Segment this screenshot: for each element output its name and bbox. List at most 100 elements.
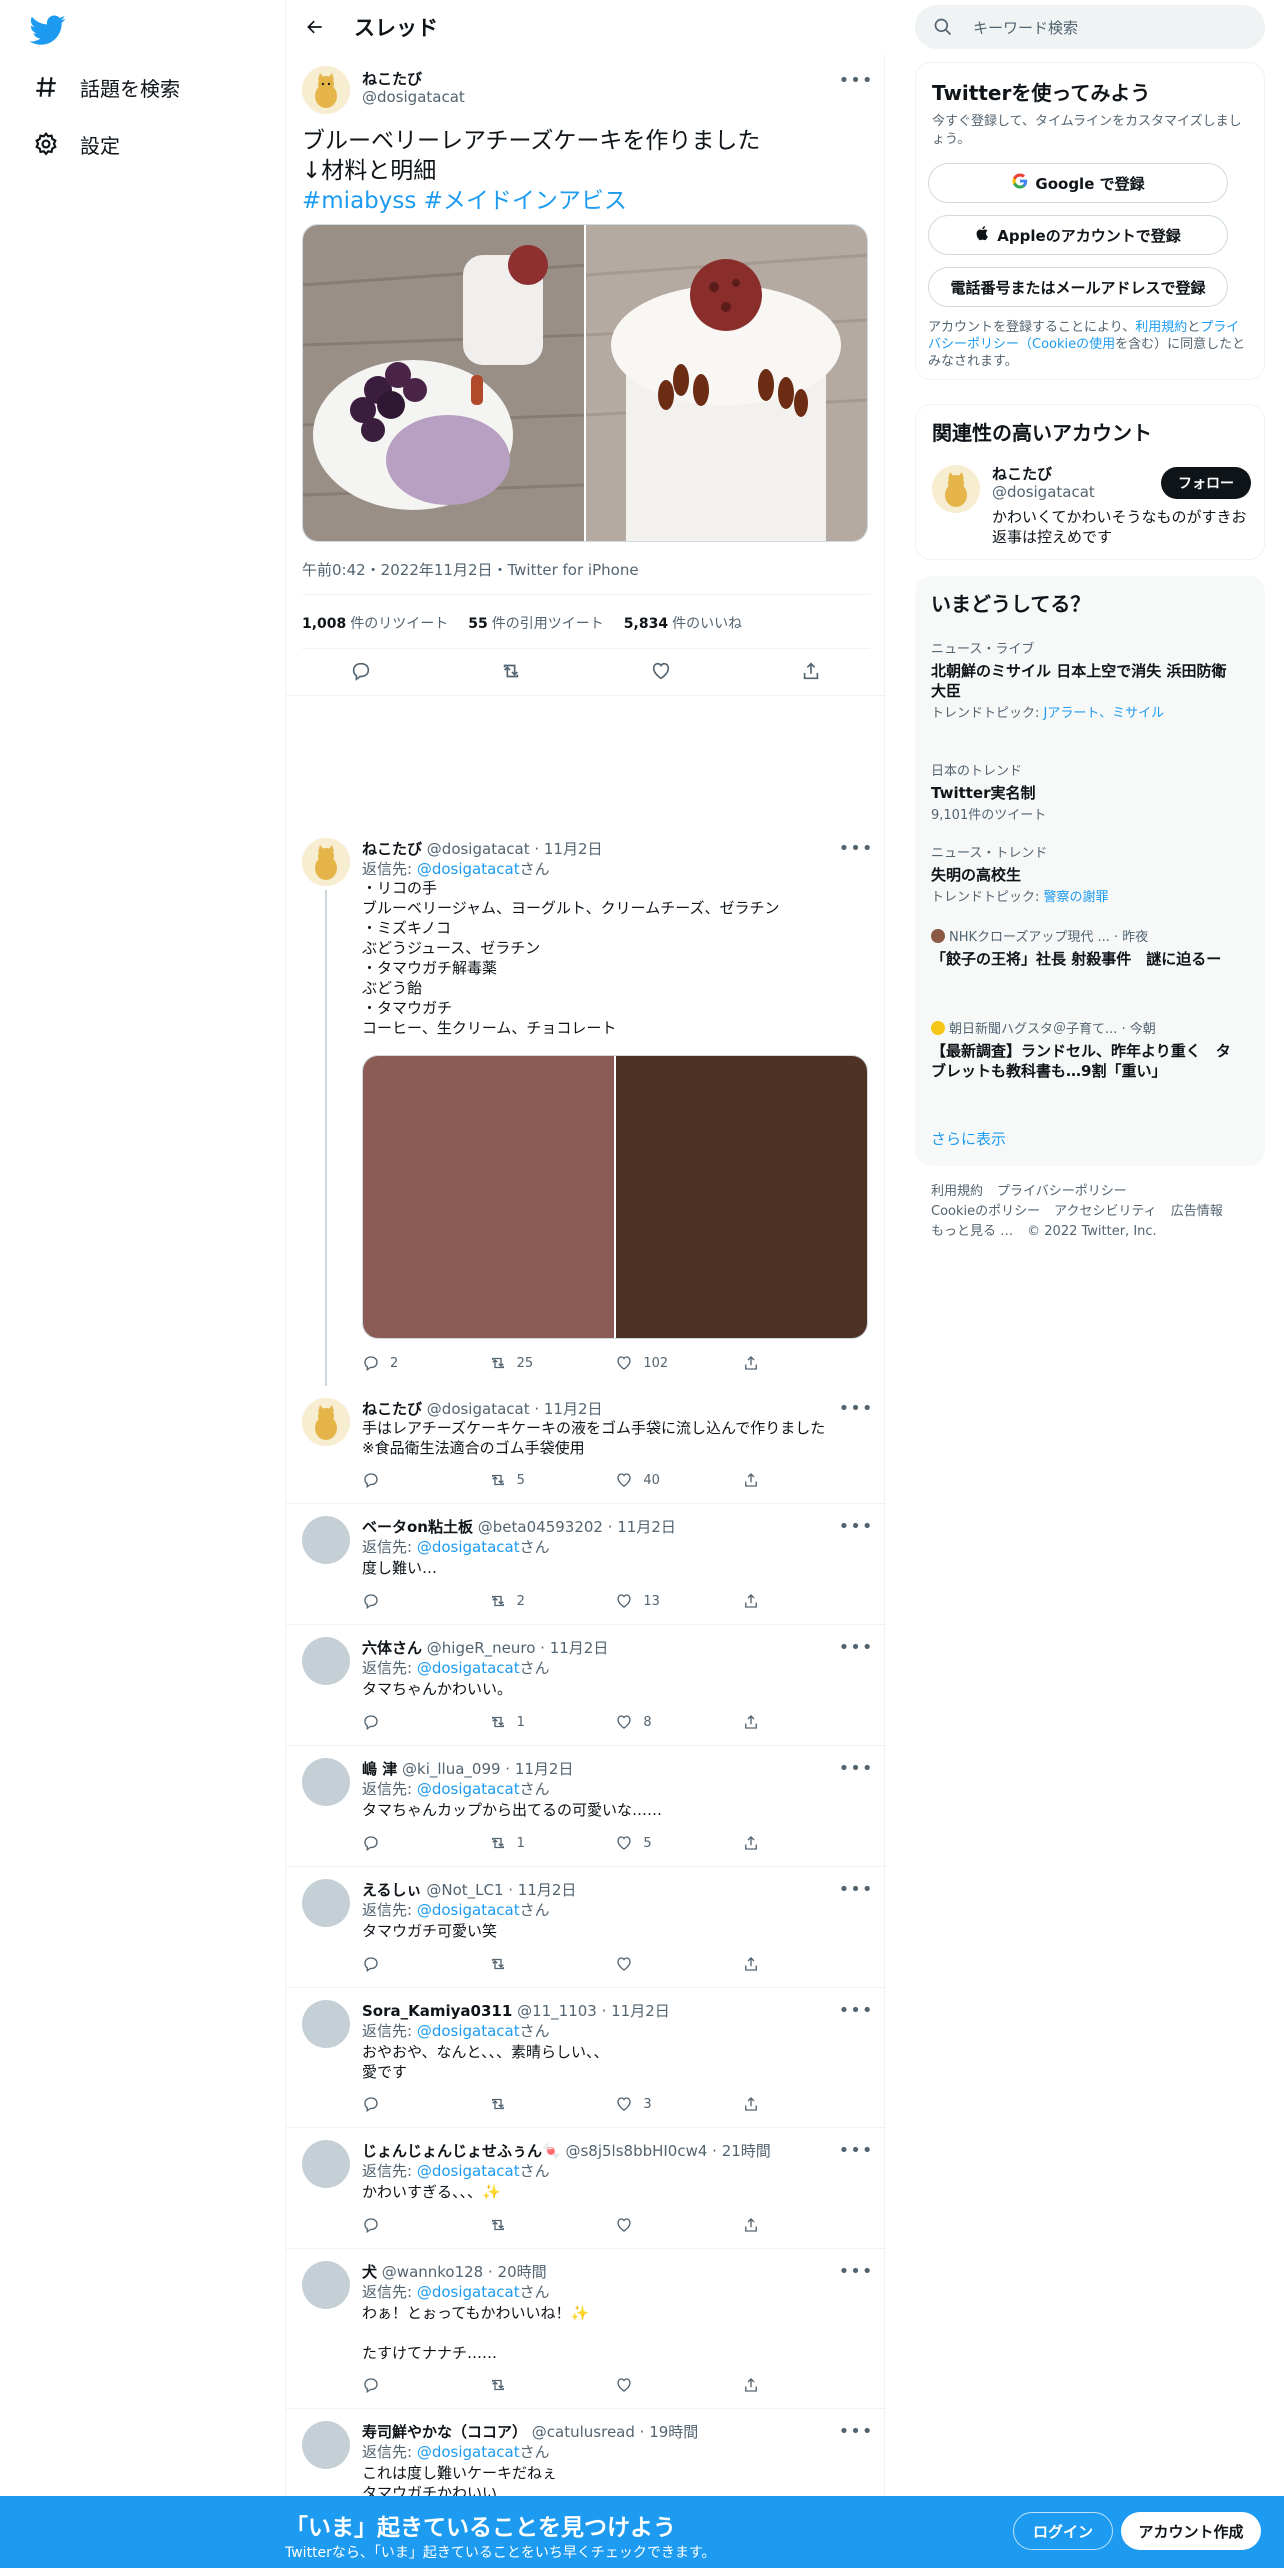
author-handle[interactable]: @wannko128 · 20時間 — [382, 2263, 547, 2281]
trend-item[interactable]: NHKクローズアップ現代 ... · 昨夜 「餃子の王将」社長 射殺事件 謎に迫… — [931, 926, 1231, 969]
more-options-icon[interactable]: ••• — [839, 1637, 873, 1658]
avatar[interactable] — [302, 2261, 350, 2309]
like-action[interactable] — [615, 1955, 675, 1973]
reply-action[interactable] — [362, 1955, 422, 1973]
share-action[interactable] — [742, 2376, 802, 2394]
share-icon[interactable] — [800, 660, 822, 686]
trend-link[interactable]: Jアラート、ミサイル — [1044, 706, 1165, 721]
search-input[interactable]: キーワード検索 — [973, 17, 1078, 38]
more-options-icon[interactable]: ••• — [839, 1398, 873, 1419]
reply-icon[interactable] — [350, 660, 372, 686]
author-handle[interactable]: @s8j5ls8bbHI0cw4 · 21時間 — [565, 2142, 770, 2160]
share-action[interactable] — [742, 1713, 802, 1731]
author-handle[interactable]: @dosigatacat · 11月2日 — [427, 1400, 603, 1418]
reply-mention[interactable]: @dosigatacat — [417, 1538, 520, 1556]
avatar[interactable] — [302, 1516, 350, 1564]
related-handle[interactable]: @dosigatacat — [992, 483, 1095, 501]
quotes-stat[interactable]: 55 件の引用ツイート — [468, 613, 603, 633]
more-options-icon[interactable]: ••• — [839, 70, 873, 91]
author-name[interactable]: ねこたび — [362, 1400, 422, 1418]
share-action[interactable] — [742, 1471, 802, 1489]
trend-item[interactable]: 日本のトレンド Twitter実名制 9,101件のツイート — [931, 760, 1231, 824]
tweet-media[interactable] — [302, 224, 868, 542]
trend-item[interactable]: ニュース・トレンド 失明の高校生 トレンドトピック: 警察の謝罪 — [931, 842, 1231, 906]
share-action[interactable] — [742, 1354, 802, 1372]
more-options-icon[interactable]: ••• — [839, 2140, 873, 2161]
author-handle[interactable]: @Not_LC1 · 11月2日 — [426, 1881, 576, 1899]
reply-action[interactable] — [362, 1592, 422, 1610]
more-options-icon[interactable]: ••• — [839, 2000, 873, 2021]
like-action[interactable]: 8 — [615, 1713, 675, 1731]
like-action[interactable]: 3 — [615, 2095, 675, 2113]
footer-link[interactable]: もっと見る … — [931, 1224, 1013, 1239]
nav-explore[interactable]: 話題を検索 — [30, 67, 180, 107]
reply-mention[interactable]: @dosigatacat — [417, 1780, 520, 1798]
retweet-icon[interactable] — [500, 660, 522, 686]
retweet-action[interactable]: 1 — [489, 1713, 549, 1731]
footer-link[interactable]: Cookieのポリシー — [931, 1204, 1040, 1219]
reply-mention[interactable]: @dosigatacat — [417, 2022, 520, 2040]
footer-link[interactable]: 利用規約 — [931, 1184, 983, 1199]
reply-mention[interactable]: @dosigatacat — [417, 2162, 520, 2180]
more-options-icon[interactable]: ••• — [839, 838, 873, 859]
hashtag-link[interactable]: #miabyss — [302, 188, 416, 214]
retweet-action[interactable]: 2 — [489, 1592, 549, 1610]
show-more-link[interactable]: さらに表示 — [931, 1128, 1006, 1149]
tweet[interactable]: ねこたび @dosigatacat · 11月2日 ••• 手はレアチーズケーキ… — [286, 1386, 886, 1504]
share-action[interactable] — [742, 2216, 802, 2234]
reply-action[interactable] — [362, 1713, 422, 1731]
like-icon[interactable] — [650, 660, 672, 686]
media-photo[interactable] — [616, 1056, 867, 1338]
like-action[interactable]: 102 — [615, 1354, 675, 1372]
avatar[interactable] — [302, 1879, 350, 1927]
avatar[interactable] — [302, 2140, 350, 2188]
retweets-stat[interactable]: 1,008 件のリツイート — [302, 613, 448, 633]
reply-action[interactable] — [362, 1471, 422, 1489]
retweet-action[interactable]: 5 — [489, 1471, 549, 1489]
search-bar[interactable]: キーワード検索 — [915, 5, 1265, 49]
tweet[interactable]: ベータon粘土板 @beta04593202 · 11月2日 ••• 返信先: … — [286, 1504, 886, 1625]
avatar[interactable] — [302, 1637, 350, 1685]
author-handle[interactable]: @ki_llua_099 · 11月2日 — [402, 1760, 573, 1778]
related-name[interactable]: ねこたび — [992, 463, 1052, 484]
footer-link[interactable]: プライバシーポリシー — [997, 1184, 1127, 1199]
like-action[interactable]: 13 — [615, 1592, 675, 1610]
author-handle[interactable]: @catulusread · 19時間 — [532, 2423, 699, 2441]
like-action[interactable] — [615, 2216, 675, 2234]
signup-button[interactable]: アカウント作成 — [1121, 2512, 1261, 2550]
media-photo[interactable] — [586, 225, 867, 541]
tweet[interactable]: 犬 @wannko128 · 20時間 ••• 返信先: @dosigataca… — [286, 2249, 886, 2409]
reply-mention[interactable]: @dosigatacat — [417, 1659, 520, 1677]
trend-item[interactable]: 朝日新聞ハグスタ＠子育て... · 今朝 【最新調査】ランドセル、昨年より重く … — [931, 1018, 1231, 1081]
cookie-link[interactable]: （Cookieの使用 — [1019, 337, 1115, 352]
avatar[interactable] — [302, 2000, 350, 2048]
tweet-media[interactable] — [362, 1055, 868, 1339]
author-handle[interactable]: @dosigatacat · 11月2日 — [427, 840, 603, 858]
hashtag-link[interactable]: #メイドインアビス — [424, 188, 627, 214]
like-action[interactable]: 40 — [615, 1471, 675, 1489]
reply-mention[interactable]: @dosigatacat — [417, 860, 520, 878]
reply-mention[interactable]: @dosigatacat — [417, 1901, 520, 1919]
avatar[interactable] — [302, 1398, 350, 1446]
phone-email-signup-button[interactable]: 電話番号またはメールアドレスで登録 — [928, 267, 1228, 307]
tweet[interactable]: 嶋 津 @ki_llua_099 · 11月2日 ••• 返信先: @dosig… — [286, 1746, 886, 1867]
media-photo[interactable] — [363, 1056, 614, 1338]
reply-action[interactable] — [362, 2216, 422, 2234]
apple-signup-button[interactable]: Appleのアカウントで登録 — [928, 215, 1228, 255]
author-name[interactable]: じょんじょんじょせふぅん🍬 — [362, 2142, 561, 2160]
terms-link[interactable]: 利用規約 — [1135, 320, 1187, 335]
author-name[interactable]: Sora_Kamiya0311 — [362, 2002, 512, 2020]
share-action[interactable] — [742, 1592, 802, 1610]
author-handle[interactable]: @higeR_neuro · 11月2日 — [427, 1639, 609, 1657]
author-name[interactable]: ねこたび — [362, 68, 422, 89]
more-options-icon[interactable]: ••• — [839, 1516, 873, 1537]
footer-link[interactable]: アクセシビリティ — [1054, 1204, 1157, 1219]
author-name[interactable]: 犬 — [362, 2263, 377, 2281]
reply-action[interactable] — [362, 1834, 422, 1852]
share-action[interactable] — [742, 1834, 802, 1852]
author-name[interactable]: 寿司鮮やかな（ココア） — [362, 2423, 527, 2441]
retweet-action[interactable] — [489, 2095, 549, 2113]
trend-item[interactable]: ニュース・ライブ 北朝鮮のミサイル 日本上空で消失 浜田防衛大臣 トレンドトピッ… — [931, 638, 1231, 722]
author-name[interactable]: ベータon粘土板 — [362, 1518, 473, 1536]
avatar[interactable] — [302, 2421, 350, 2469]
